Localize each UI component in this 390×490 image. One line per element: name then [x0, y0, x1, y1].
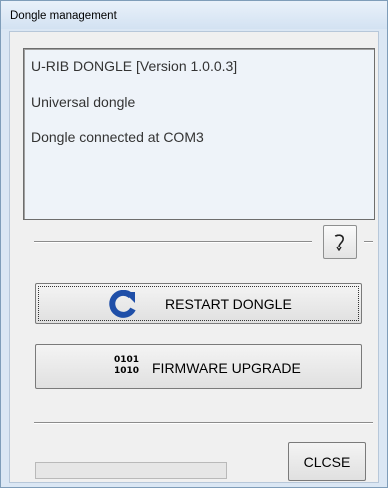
binary-icon: 0101 1010: [114, 355, 139, 377]
dongle-type-text: Universal dongle: [31, 94, 136, 110]
separator: [34, 422, 373, 424]
separator: [34, 241, 312, 243]
binary-icon-line1: 0101: [114, 355, 140, 365]
refresh-icon: [108, 289, 138, 323]
close-button[interactable]: CLCSE: [288, 442, 366, 481]
close-label: CLCSE: [303, 454, 351, 470]
wand-icon: [334, 234, 344, 251]
title-bar[interactable]: Dongle management: [1, 1, 387, 29]
firmware-upgrade-button[interactable]: 0101 1010 FIRMWARE UPGRADE: [35, 344, 362, 389]
tool-button[interactable]: [323, 225, 357, 259]
separator: [364, 241, 373, 243]
firmware-upgrade-label: FIRMWARE UPGRADE: [152, 360, 301, 376]
binary-icon-line2: 1010: [114, 366, 140, 376]
restart-dongle-label: RESTART DONGLE: [165, 296, 292, 312]
dongle-info-panel: U-RIB DONGLE [Version 1.0.0.3] Universal…: [23, 48, 375, 220]
dongle-management-window: Dongle management U-RIB DONGLE [Version …: [0, 0, 388, 488]
restart-dongle-button[interactable]: RESTART DONGLE: [35, 283, 362, 324]
dongle-version-text: U-RIB DONGLE [Version 1.0.0.3]: [31, 58, 238, 74]
connection-status-text: Dongle connected at COM3: [31, 129, 204, 145]
window-title: Dongle management: [10, 10, 117, 22]
dialog-body: U-RIB DONGLE [Version 1.0.0.3] Universal…: [9, 31, 379, 483]
progress-bar: [35, 462, 227, 479]
